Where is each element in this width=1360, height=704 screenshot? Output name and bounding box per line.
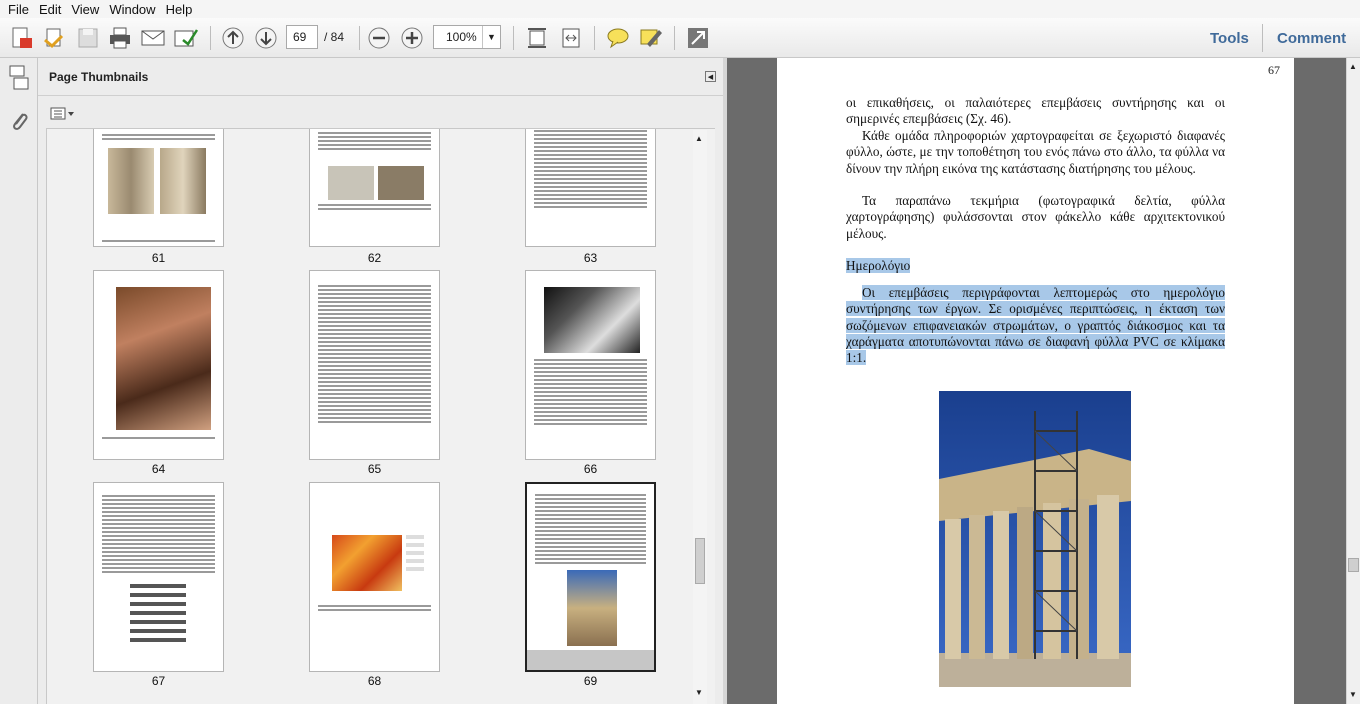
- thumbnail-label: 66: [583, 462, 598, 476]
- open-icon[interactable]: [40, 24, 68, 52]
- zoom-out-icon[interactable]: [365, 24, 393, 52]
- thumbnail-page-62[interactable]: [309, 129, 440, 247]
- thumbnail-page-61[interactable]: [93, 129, 224, 247]
- toolbar: 69 / 84 100% ▼ Tools Comment: [0, 18, 1360, 58]
- scroll-down-icon[interactable]: ▼: [1349, 690, 1357, 699]
- document-page: 67 οι επικαθήσεις, οι παλαιότερες επεμβά…: [777, 58, 1294, 704]
- thumbnail-page-66[interactable]: [525, 270, 656, 460]
- fit-page-icon[interactable]: [523, 24, 551, 52]
- navigation-pane-strip: [0, 58, 38, 704]
- tools-tab[interactable]: Tools: [1210, 30, 1249, 47]
- chevron-down-icon[interactable]: ▼: [482, 26, 500, 48]
- zoom-in-icon[interactable]: [398, 24, 426, 52]
- zoom-value: 100%: [446, 30, 477, 44]
- thumbnail-page-69-selected[interactable]: [525, 482, 656, 672]
- page-thumbnails-icon[interactable]: [8, 65, 30, 94]
- thumbnail-label: 64: [151, 462, 166, 476]
- thumbnail-page-63[interactable]: [525, 129, 656, 247]
- document-view: 67 οι επικαθήσεις, οι παλαιότερες επεμβά…: [727, 58, 1346, 704]
- menu-window[interactable]: Window: [109, 2, 155, 17]
- paragraph: Κάθε ομάδα πληροφοριών χαρτογραφείται σε…: [846, 128, 1225, 176]
- thumbnail-label: 69: [583, 674, 598, 688]
- thumbnail-page-68[interactable]: [309, 482, 440, 672]
- paragraph: Τα παραπάνω τεκμήρια (φωτογραφικά δελτία…: [846, 193, 1225, 241]
- thumbnail-page-65[interactable]: [309, 270, 440, 460]
- menu-view[interactable]: View: [71, 2, 99, 17]
- page-number-input[interactable]: 69: [286, 25, 318, 49]
- selected-text: Οι επεμβάσεις περιγράφονται λεπτομερώς σ…: [846, 285, 1225, 366]
- collapse-panel-icon[interactable]: ◀: [705, 71, 716, 82]
- thumbnail-page-67[interactable]: [93, 482, 224, 672]
- thumbnail-label: 61: [151, 251, 166, 265]
- thumbnail-label: 62: [367, 251, 382, 265]
- form-icon[interactable]: [172, 24, 200, 52]
- comment-tab[interactable]: Comment: [1277, 30, 1346, 47]
- attachments-icon[interactable]: [9, 108, 29, 137]
- page-total: / 84: [324, 30, 345, 44]
- create-pdf-icon[interactable]: [8, 24, 36, 52]
- highlighted-paragraph: Οι επεμβάσεις περιγράφονται λεπτομερώς σ…: [846, 285, 1225, 366]
- document-scrollbar[interactable]: ▲ ▼: [1346, 58, 1360, 704]
- thumbnail-label: 65: [367, 462, 382, 476]
- next-page-icon[interactable]: [252, 24, 280, 52]
- fullscreen-icon[interactable]: [684, 24, 712, 52]
- thumbnail-label: 68: [367, 674, 382, 688]
- menu-file[interactable]: File: [8, 2, 29, 17]
- options-menu-icon[interactable]: [50, 106, 76, 122]
- fit-width-icon[interactable]: [557, 24, 585, 52]
- comment-icon[interactable]: [604, 24, 632, 52]
- thumbnails-scrollbar[interactable]: ▲ ▼: [693, 130, 707, 704]
- menu-edit[interactable]: Edit: [39, 2, 61, 17]
- scrollbar-thumb[interactable]: [695, 538, 705, 584]
- save-icon[interactable]: [74, 24, 102, 52]
- print-icon[interactable]: [106, 24, 134, 52]
- parthenon-photo: [939, 391, 1131, 687]
- scroll-up-icon[interactable]: ▲: [695, 134, 703, 143]
- panel-header: Page Thumbnails ◀: [38, 58, 723, 96]
- scroll-down-icon[interactable]: ▼: [695, 688, 703, 697]
- zoom-select[interactable]: 100% ▼: [433, 25, 501, 49]
- scroll-up-icon[interactable]: ▲: [1349, 62, 1357, 71]
- menu-bar: File Edit View Window Help: [0, 0, 1360, 18]
- thumbnails-panel: Page Thumbnails ◀ 61 62 63 64 65 66 67 6…: [38, 58, 723, 704]
- thumbnail-grid: 61 62 63 64 65 66 67 68 69: [46, 128, 715, 704]
- page-number: 67: [1268, 63, 1280, 77]
- highlight-icon[interactable]: [637, 24, 665, 52]
- thumbnail-page-64[interactable]: [93, 270, 224, 460]
- prev-page-icon[interactable]: [219, 24, 247, 52]
- menu-help[interactable]: Help: [166, 2, 193, 17]
- scrollbar-thumb[interactable]: [1348, 558, 1359, 572]
- email-icon[interactable]: [139, 24, 167, 52]
- panel-title: Page Thumbnails: [49, 70, 149, 84]
- thumbnail-label: 67: [151, 674, 166, 688]
- section-heading: Ημερολόγιο: [846, 258, 911, 273]
- thumbnail-label: 63: [583, 251, 598, 265]
- paragraph: οι επικαθήσεις, οι παλαιότερες επεμβάσει…: [846, 95, 1225, 127]
